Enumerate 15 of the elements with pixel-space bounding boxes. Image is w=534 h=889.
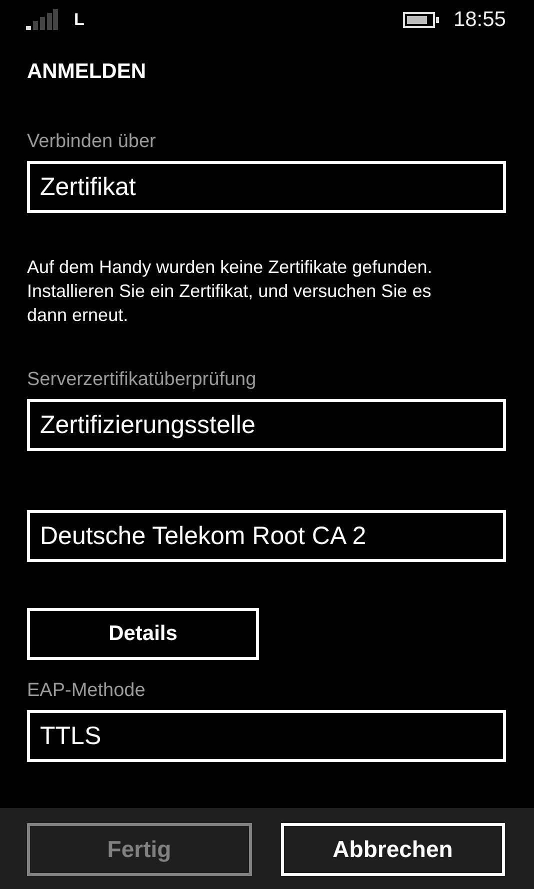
- info-message: Auf dem Handy wurden keine Zertifikate gefunden. Installieren Sie ein Zertifikat, und versuchen Sie es dann erneut.: [27, 256, 434, 327]
- battery-icon: [403, 12, 440, 28]
- page-title: ANMELDEN: [27, 60, 147, 84]
- field-label: Serverzertifikatüberprüfung: [27, 369, 258, 391]
- dropdown-field[interactable]: Zertifizierungsstelle: [27, 399, 506, 451]
- app-bar-button[interactable]: Abbrechen: [280, 823, 505, 876]
- signal-icon: [26, 9, 58, 31]
- dropdown-field[interactable]: TTLS: [27, 710, 506, 762]
- clock: 18:55: [453, 8, 506, 32]
- dropdown-field[interactable]: Deutsche Telekom Root CA 2: [27, 510, 506, 562]
- dropdown-field[interactable]: Zertifikat: [27, 161, 506, 213]
- field-label: Verbinden über: [27, 131, 157, 153]
- field-label: EAP-Methode: [27, 680, 146, 702]
- details-button[interactable]: Details: [27, 608, 259, 660]
- network-type: L: [74, 10, 84, 30]
